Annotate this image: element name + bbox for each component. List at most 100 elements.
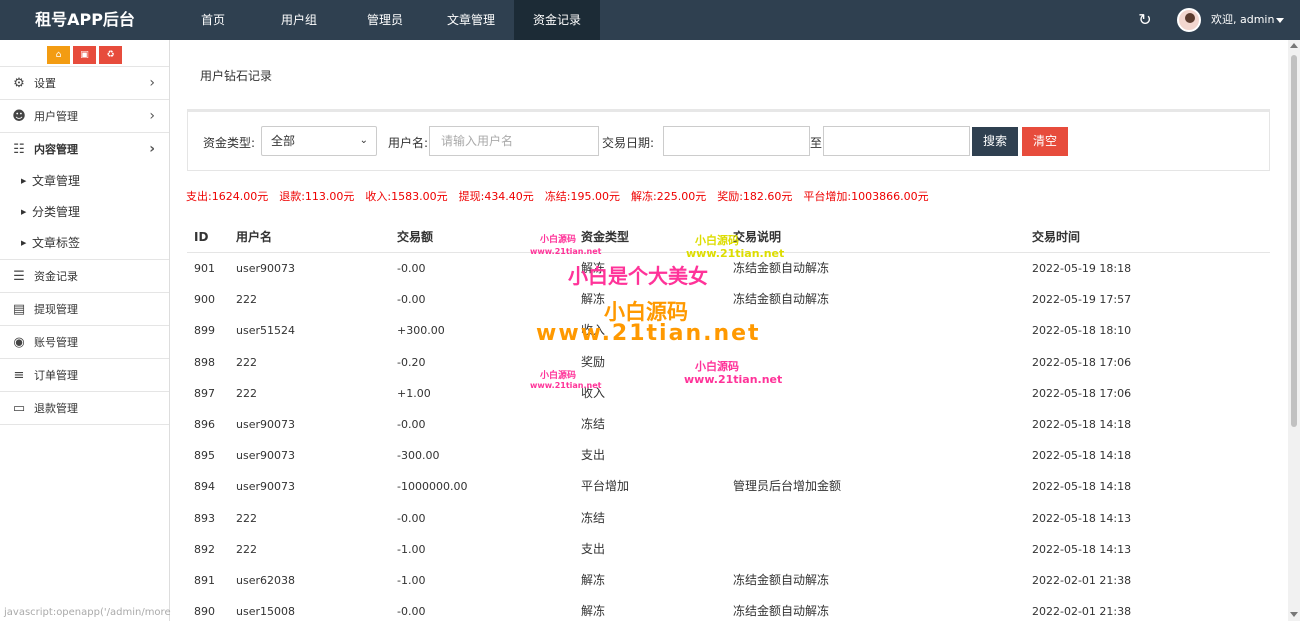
row-id: 897 bbox=[194, 386, 215, 400]
sidebar-item-accounts[interactable]: ◉ 账号管理 bbox=[0, 326, 169, 359]
scroll-up-icon[interactable] bbox=[1290, 43, 1298, 48]
sidebar-item-users[interactable]: ☻ 用户管理 › bbox=[0, 100, 169, 133]
row-id: 899 bbox=[194, 324, 215, 338]
row-type: 解冻 bbox=[581, 292, 606, 307]
col-description: 交易说明 bbox=[733, 230, 782, 244]
row-id: 894 bbox=[194, 480, 215, 494]
sidebar-tools: ⌂ ▣ ♻ bbox=[0, 40, 169, 66]
table-row: 900 222 -0.00 解冻 冻结金额自动解冻 2022-05-19 17:57 bbox=[187, 284, 1270, 315]
trash-icon[interactable]: ▣ bbox=[73, 46, 96, 64]
sidebar: ⌂ ▣ ♻ ⚙ 设置 › ☻ 用户管理 › ☷ 内容管理 › ▶ 文章管理 ▶ … bbox=[0, 40, 170, 621]
sidebar-item-orders[interactable]: ≡ 订单管理 bbox=[0, 359, 169, 392]
row-id: 891 bbox=[194, 573, 215, 587]
avatar[interactable] bbox=[1177, 8, 1201, 32]
sidebar-item-label: 退款管理 bbox=[34, 402, 78, 415]
grid-icon: ☷ bbox=[13, 142, 25, 157]
summary-expense: 支出:1624.00元 bbox=[186, 190, 269, 203]
row-time: 2022-05-18 14:18 bbox=[1032, 449, 1132, 463]
sidebar-item-funds[interactable]: ☰ 资金记录 bbox=[0, 260, 169, 293]
nav-article[interactable]: 文章管理 bbox=[428, 0, 514, 40]
row-time: 2022-05-19 17:57 bbox=[1032, 293, 1132, 307]
caret-right-icon: ▶ bbox=[21, 239, 27, 247]
scroll-down-icon[interactable] bbox=[1290, 612, 1298, 617]
col-amount: 交易额 bbox=[397, 230, 434, 244]
sidebar-item-refunds[interactable]: ▭ 退款管理 bbox=[0, 392, 169, 425]
scrollbar[interactable] bbox=[1288, 40, 1300, 621]
table-row: 892 222 -1.00 支出 2022-05-18 14:13 bbox=[187, 534, 1270, 565]
nav-funds[interactable]: 资金记录 bbox=[514, 0, 600, 40]
row-time: 2022-02-01 21:38 bbox=[1032, 605, 1132, 619]
row-id: 901 bbox=[194, 262, 215, 275]
row-username: user90073 bbox=[236, 417, 295, 431]
summary-platform-add: 平台增加:1003866.00元 bbox=[803, 190, 929, 203]
row-id: 893 bbox=[194, 511, 215, 525]
row-amount: -0.20 bbox=[397, 355, 426, 369]
row-amount: -300.00 bbox=[397, 449, 440, 463]
sidebar-item-label: 内容管理 bbox=[34, 143, 78, 156]
list-icon: ☰ bbox=[13, 269, 25, 284]
recycle-icon[interactable]: ♻ bbox=[99, 46, 122, 64]
sidebar-item-withdraw[interactable]: ▤ 提现管理 bbox=[0, 293, 169, 326]
row-type: 支出 bbox=[581, 448, 606, 463]
sidebar-subitem-article[interactable]: ▶ 文章管理 bbox=[0, 166, 169, 197]
user-menu[interactable]: 欢迎, admin bbox=[1211, 0, 1285, 40]
row-type: 解冻 bbox=[581, 261, 606, 275]
nav-admin[interactable]: 管理员 bbox=[342, 0, 428, 40]
monitor-icon: ▭ bbox=[12, 401, 26, 416]
table-header: ID 用户名 交易额 资金类型 交易说明 交易时间 bbox=[187, 221, 1270, 253]
row-description: 冻结金额自动解冻 bbox=[733, 604, 830, 619]
table-row: 896 user90073 -0.00 冻结 2022-05-18 14:18 bbox=[187, 409, 1270, 440]
row-username: user90073 bbox=[236, 449, 295, 463]
row-username: user51524 bbox=[236, 324, 295, 338]
username-input[interactable]: 请输入用户名 bbox=[429, 126, 599, 156]
search-button[interactable]: 搜索 bbox=[972, 127, 1018, 156]
row-amount: +300.00 bbox=[397, 324, 445, 338]
date-to-label: 至 bbox=[810, 136, 823, 150]
row-description: 冻结金额自动解冻 bbox=[733, 572, 830, 587]
clear-button[interactable]: 清空 bbox=[1022, 127, 1068, 156]
nav-user-group[interactable]: 用户组 bbox=[256, 0, 342, 40]
summary-totals: 支出:1624.00元 退款:113.00元 收入:1583.00元 提现:434.4… bbox=[186, 188, 940, 204]
nav-home[interactable]: 首页 bbox=[170, 0, 256, 40]
gamepad-icon: ◉ bbox=[13, 335, 25, 350]
sidebar-subitem-tags[interactable]: ▶ 文章标签 bbox=[0, 228, 169, 259]
sidebar-item-label: 资金记录 bbox=[34, 270, 78, 283]
home-icon[interactable]: ⌂ bbox=[47, 46, 70, 64]
summary-withdraw: 提现:434.40元 bbox=[458, 190, 534, 203]
row-type: 解冻 bbox=[581, 572, 606, 587]
sidebar-subitem-label: 文章标签 bbox=[32, 236, 81, 250]
row-time: 2022-05-18 14:13 bbox=[1032, 511, 1132, 525]
row-type: 解冻 bbox=[581, 604, 606, 619]
summary-income: 收入:1583.00元 bbox=[365, 190, 448, 203]
row-type: 冻结 bbox=[581, 510, 606, 525]
summary-frozen: 冻结:195.00元 bbox=[544, 190, 621, 203]
row-username: 222 bbox=[236, 511, 257, 525]
refresh-icon[interactable]: ↻ bbox=[1136, 11, 1154, 29]
date-label: 交易日期: bbox=[602, 136, 655, 150]
row-amount: -0.00 bbox=[397, 417, 426, 431]
row-type: 收入 bbox=[581, 385, 606, 400]
sidebar-item-content[interactable]: ☷ 内容管理 › bbox=[0, 133, 169, 166]
date-start-input[interactable] bbox=[663, 126, 810, 156]
scroll-thumb[interactable] bbox=[1291, 55, 1297, 427]
sidebar-item-settings[interactable]: ⚙ 设置 › bbox=[0, 67, 169, 100]
sidebar-subitem-category[interactable]: ▶ 分类管理 bbox=[0, 197, 169, 228]
row-description: 管理员后台增加金额 bbox=[733, 479, 842, 494]
date-end-input[interactable] bbox=[823, 126, 970, 156]
app-title: 租号APP后台 bbox=[35, 10, 135, 29]
money-icon: ▤ bbox=[12, 302, 26, 317]
row-time: 2022-05-19 18:18 bbox=[1032, 262, 1132, 275]
row-id: 892 bbox=[194, 542, 215, 556]
row-username: user62038 bbox=[236, 573, 295, 587]
row-id: 895 bbox=[194, 449, 215, 463]
col-username: 用户名 bbox=[236, 230, 273, 244]
row-id: 898 bbox=[194, 355, 215, 369]
row-time: 2022-05-18 17:06 bbox=[1032, 386, 1132, 400]
col-type: 资金类型 bbox=[581, 230, 630, 244]
row-username: 222 bbox=[236, 293, 257, 307]
col-id: ID bbox=[194, 230, 209, 244]
row-amount: -1.00 bbox=[397, 542, 426, 556]
type-select[interactable]: 全部 ⌄ bbox=[261, 126, 377, 156]
row-amount: +1.00 bbox=[397, 386, 431, 400]
row-username: user90073 bbox=[236, 480, 295, 494]
